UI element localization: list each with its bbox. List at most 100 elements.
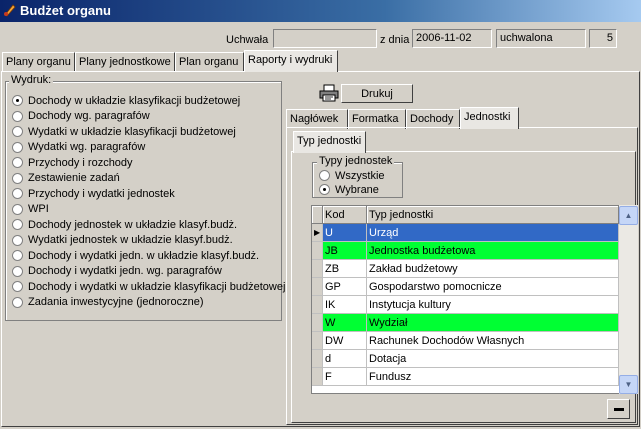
table-row[interactable]: JB Jednostka budżetowa: [312, 242, 637, 260]
cell-kod[interactable]: d: [323, 350, 367, 368]
radio-label: Przychody i wydatki jednostek: [28, 187, 175, 200]
cell-kod[interactable]: GP: [323, 278, 367, 296]
row-pointer-icon: ▶: [312, 224, 323, 242]
radio-button[interactable]: [12, 172, 23, 184]
cell-typ[interactable]: Instytucja kultury: [367, 296, 619, 314]
cell-typ[interactable]: Dotacja: [367, 350, 619, 368]
tab-label: Plan organu: [179, 56, 239, 68]
tab-raporty-i-wydruki[interactable]: Raporty i wydruki: [244, 50, 338, 72]
radio-button[interactable]: [12, 95, 23, 106]
radio-button[interactable]: [12, 203, 23, 215]
table-row[interactable]: F Fundusz: [312, 368, 637, 386]
tab-label: Dochody: [410, 113, 454, 125]
table-row[interactable]: IK Instytucja kultury: [312, 296, 637, 314]
table-row[interactable]: ▶ U Urząd: [312, 224, 637, 242]
cell-kod[interactable]: JB: [323, 242, 367, 260]
radio-button[interactable]: [12, 219, 23, 230]
cell-typ[interactable]: Urząd: [367, 224, 619, 242]
tab-jednostki[interactable]: Jednostki: [460, 107, 519, 129]
cell-typ[interactable]: Jednostka budżetowa: [367, 242, 619, 260]
cell-typ[interactable]: Wydział: [367, 314, 619, 332]
wydruk-option[interactable]: Wydatki jednostek w układzie klasyf.budż…: [12, 233, 233, 248]
table-row[interactable]: GP Gospodarstwo pomocnicze: [312, 278, 637, 296]
tab-plany-organu[interactable]: Plany organu: [2, 52, 75, 72]
wydruk-option[interactable]: Dochody wg. paragrafów: [12, 109, 150, 124]
tab-plan-organu[interactable]: Plan organu: [175, 52, 244, 72]
table-row[interactable]: DW Rachunek Dochodów Własnych: [312, 332, 637, 350]
wydruk-option[interactable]: Dochody i wydatki jedn. w układzie klasy…: [12, 248, 259, 263]
wydruk-option[interactable]: Dochody jednostek w układzie klasyf.budż…: [12, 217, 237, 232]
number-field[interactable]: 5: [589, 29, 617, 48]
print-button[interactable]: Drukuj: [341, 84, 413, 103]
radio-button[interactable]: [12, 250, 23, 261]
row-indicator: [312, 260, 323, 278]
tab-label: Typ jednostki: [297, 135, 362, 147]
table-row[interactable]: d Dotacja: [312, 350, 637, 368]
wydruk-option[interactable]: Wydatki wg. paragrafów: [12, 140, 145, 155]
radio-wszystkie[interactable]: Wszystkie: [319, 168, 385, 183]
cell-typ[interactable]: Gospodarstwo pomocnicze: [367, 278, 619, 296]
remove-button[interactable]: [607, 399, 630, 419]
radio-button[interactable]: [12, 141, 23, 153]
tab-label: Nagłówek: [290, 113, 339, 125]
tab-label: Jednostki: [464, 111, 511, 123]
radio-button[interactable]: [12, 296, 23, 308]
wydruk-option[interactable]: Przychody i rozchody: [12, 155, 133, 170]
radio-button[interactable]: [12, 265, 23, 277]
radio-label: Dochody i wydatki jedn. w układzie klasy…: [28, 249, 260, 262]
cell-kod[interactable]: W: [323, 314, 367, 332]
typ-jednostki-grid[interactable]: Kod Typ jednostki ▶ U Urząd JB Jednostka bud…: [311, 205, 638, 394]
header-indicator: [312, 206, 323, 224]
tab-dochody[interactable]: Dochody: [406, 109, 460, 129]
radio-button[interactable]: [12, 281, 23, 292]
tab-formatka[interactable]: Formatka: [348, 109, 406, 129]
radio-label: Wszystkie: [335, 169, 385, 182]
cell-kod[interactable]: F: [323, 368, 367, 386]
row-indicator: [312, 242, 323, 260]
radio-button[interactable]: [12, 157, 23, 168]
radio-label: Wydatki wg. paragrafów: [28, 141, 146, 153]
print-button-label: Drukuj: [361, 88, 393, 100]
radio-label: Wybrane: [335, 183, 379, 196]
table-row[interactable]: ZB Zakład budżetowy: [312, 260, 637, 278]
row-indicator: [312, 350, 323, 368]
wydruk-option[interactable]: WPI: [12, 202, 49, 217]
radio-wybrane[interactable]: Wybrane: [319, 182, 379, 197]
date-field[interactable]: 2006-11-02: [412, 29, 492, 48]
wydruk-option[interactable]: Dochody i wydatki w układzie klasyfikacj…: [12, 279, 285, 294]
cell-typ[interactable]: Fundusz: [367, 368, 619, 386]
radio-button[interactable]: [319, 170, 330, 181]
date-label: z dnia: [380, 34, 410, 46]
wydruk-option[interactable]: Dochody i wydatki jedn. wg. paragrafów: [12, 264, 222, 279]
scroll-up-icon[interactable]: ▲: [619, 206, 638, 225]
wydruk-option[interactable]: Zadania inwestycyjne (jednoroczne): [12, 295, 203, 310]
table-row[interactable]: W Wydział: [312, 314, 637, 332]
radio-button[interactable]: [319, 184, 330, 195]
wydruk-option[interactable]: Zestawienie zadań: [12, 171, 120, 186]
column-header-typ[interactable]: Typ jednostki: [367, 206, 619, 224]
radio-button[interactable]: [12, 188, 23, 199]
cell-kod[interactable]: DW: [323, 332, 367, 350]
column-header-kod[interactable]: Kod: [323, 206, 367, 224]
tab-plany-jednostkowe[interactable]: Plany jednostkowe: [75, 52, 175, 72]
cell-kod[interactable]: IK: [323, 296, 367, 314]
tab-typ-jednostki[interactable]: Typ jednostki: [293, 131, 366, 153]
cell-kod[interactable]: U: [323, 224, 367, 242]
cell-kod[interactable]: ZB: [323, 260, 367, 278]
tab-naglowek[interactable]: Nagłówek: [286, 109, 348, 129]
wydruk-option[interactable]: Dochody w układzie klasyfikacji budżetow…: [12, 93, 240, 108]
radio-label: Dochody jednostek w układzie klasyf.budż…: [28, 218, 238, 231]
grid-header: Kod Typ jednostki: [312, 206, 637, 224]
radio-button[interactable]: [12, 234, 23, 246]
cell-typ[interactable]: Rachunek Dochodów Własnych: [367, 332, 619, 350]
radio-button[interactable]: [12, 126, 23, 137]
radio-button[interactable]: [12, 110, 23, 122]
status-field[interactable]: uchwalona: [496, 29, 586, 48]
grid-scrollbar[interactable]: ▲ ▼: [619, 205, 638, 394]
scroll-down-icon[interactable]: ▼: [619, 375, 638, 394]
uchwala-field[interactable]: [273, 29, 377, 48]
wydruk-option[interactable]: Wydatki w układzie klasyfikacji budżetow…: [12, 124, 236, 139]
row-indicator: [312, 278, 323, 296]
cell-typ[interactable]: Zakład budżetowy: [367, 260, 619, 278]
wydruk-option[interactable]: Przychody i wydatki jednostek: [12, 186, 175, 201]
